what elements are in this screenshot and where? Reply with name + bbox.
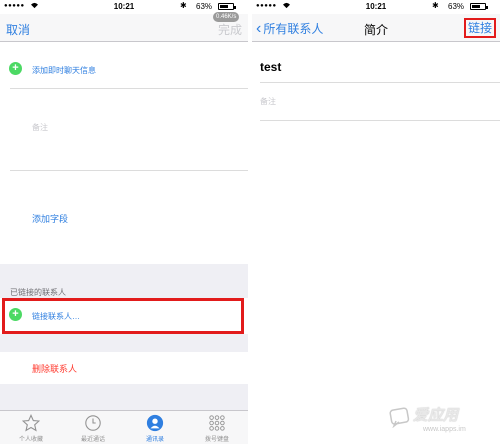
clock-icon (85, 415, 101, 431)
nav-bar: ‹ 所有联系人 简介 链接 (252, 14, 500, 42)
tab-label: 个人收藏 (18, 437, 43, 443)
add-field-button[interactable]: 添加字段 (32, 212, 68, 225)
notes-label[interactable]: 备注 (260, 96, 276, 107)
keypad-icon (209, 415, 225, 431)
row-divider (10, 88, 248, 89)
battery-icon (470, 3, 488, 10)
watermark-brand: 爱应用 (413, 407, 459, 424)
tab-favorites[interactable]: 个人收藏 (0, 411, 62, 444)
nav-bar: 取消 完成 (0, 14, 248, 42)
contact-name: test (260, 60, 282, 74)
network-speed-badge: 0.46K/s (213, 12, 240, 22)
highlight-frame (2, 298, 244, 334)
linked-contacts-header: 已链接的联系人 (10, 288, 66, 297)
contacts-icon (146, 414, 164, 432)
contact-info-screen: ●●●●● 10:21 ✱ 63% ‹ 所有联系人 简介 链接 test 备注 (252, 0, 500, 444)
bluetooth-icon: ✱ (432, 1, 439, 10)
tab-keypad[interactable]: 拨号键盘 (186, 411, 248, 444)
section-gap (0, 384, 248, 410)
bluetooth-icon: ✱ (180, 1, 187, 10)
status-bar: ●●●●● 10:21 ✱ 63% (0, 0, 248, 14)
row-divider (260, 82, 500, 83)
battery-icon (218, 3, 236, 10)
tab-label: 通讯录 (145, 437, 164, 443)
section-gap (0, 334, 248, 352)
tab-label: 最近通话 (80, 437, 105, 443)
tab-contacts[interactable]: 通讯录 (124, 411, 186, 444)
battery-percent: 63% (196, 2, 213, 11)
tab-bar: 个人收藏 最近通话 通讯录 拨号键盘 (0, 410, 248, 444)
watermark: 爱应用 www.iapps.im (385, 402, 497, 440)
cancel-button[interactable]: 取消 (6, 21, 30, 38)
brand-logo-icon (389, 407, 410, 428)
delete-contact-button[interactable]: 删除联系人 (32, 362, 77, 375)
star-icon (22, 414, 40, 432)
add-icon[interactable]: + (9, 62, 22, 75)
notes-label[interactable]: 备注 (32, 122, 48, 133)
tab-recents[interactable]: 最近通话 (62, 411, 124, 444)
row-divider (260, 120, 500, 121)
battery-percent: 63% (448, 2, 465, 11)
add-instant-message[interactable]: 添加即时聊天信息 (32, 65, 96, 76)
row-divider (10, 170, 248, 171)
edit-contact-screen: ●●●●● 10:21 ✱ 63% 取消 完成 0.46K/s + 添加即时聊天… (0, 0, 248, 444)
watermark-url: www.iapps.im (423, 426, 466, 433)
tab-label: 拨号键盘 (204, 437, 229, 443)
status-bar: ●●●●● 10:21 ✱ 63% (252, 0, 500, 14)
page-title: 简介 (363, 23, 388, 37)
done-button[interactable]: 完成 (218, 21, 242, 38)
link-button[interactable]: 链接 (463, 18, 496, 38)
